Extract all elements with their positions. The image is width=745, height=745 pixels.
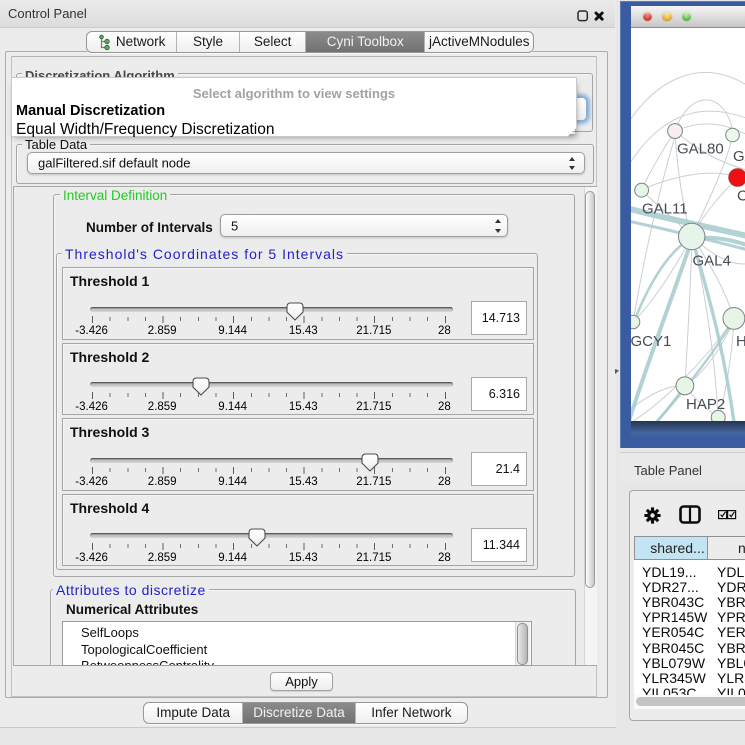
- svg-text:C: C: [737, 188, 745, 205]
- svg-text:GAL4: GAL4: [693, 253, 731, 270]
- svg-text:GA: GA: [733, 148, 745, 165]
- svg-text:GAL80: GAL80: [677, 141, 724, 158]
- svg-text:GAL11: GAL11: [642, 201, 688, 218]
- svg-text:GCY1: GCY1: [631, 333, 671, 350]
- svg-text:H: H: [736, 333, 745, 350]
- svg-text:HAP2: HAP2: [686, 396, 725, 413]
